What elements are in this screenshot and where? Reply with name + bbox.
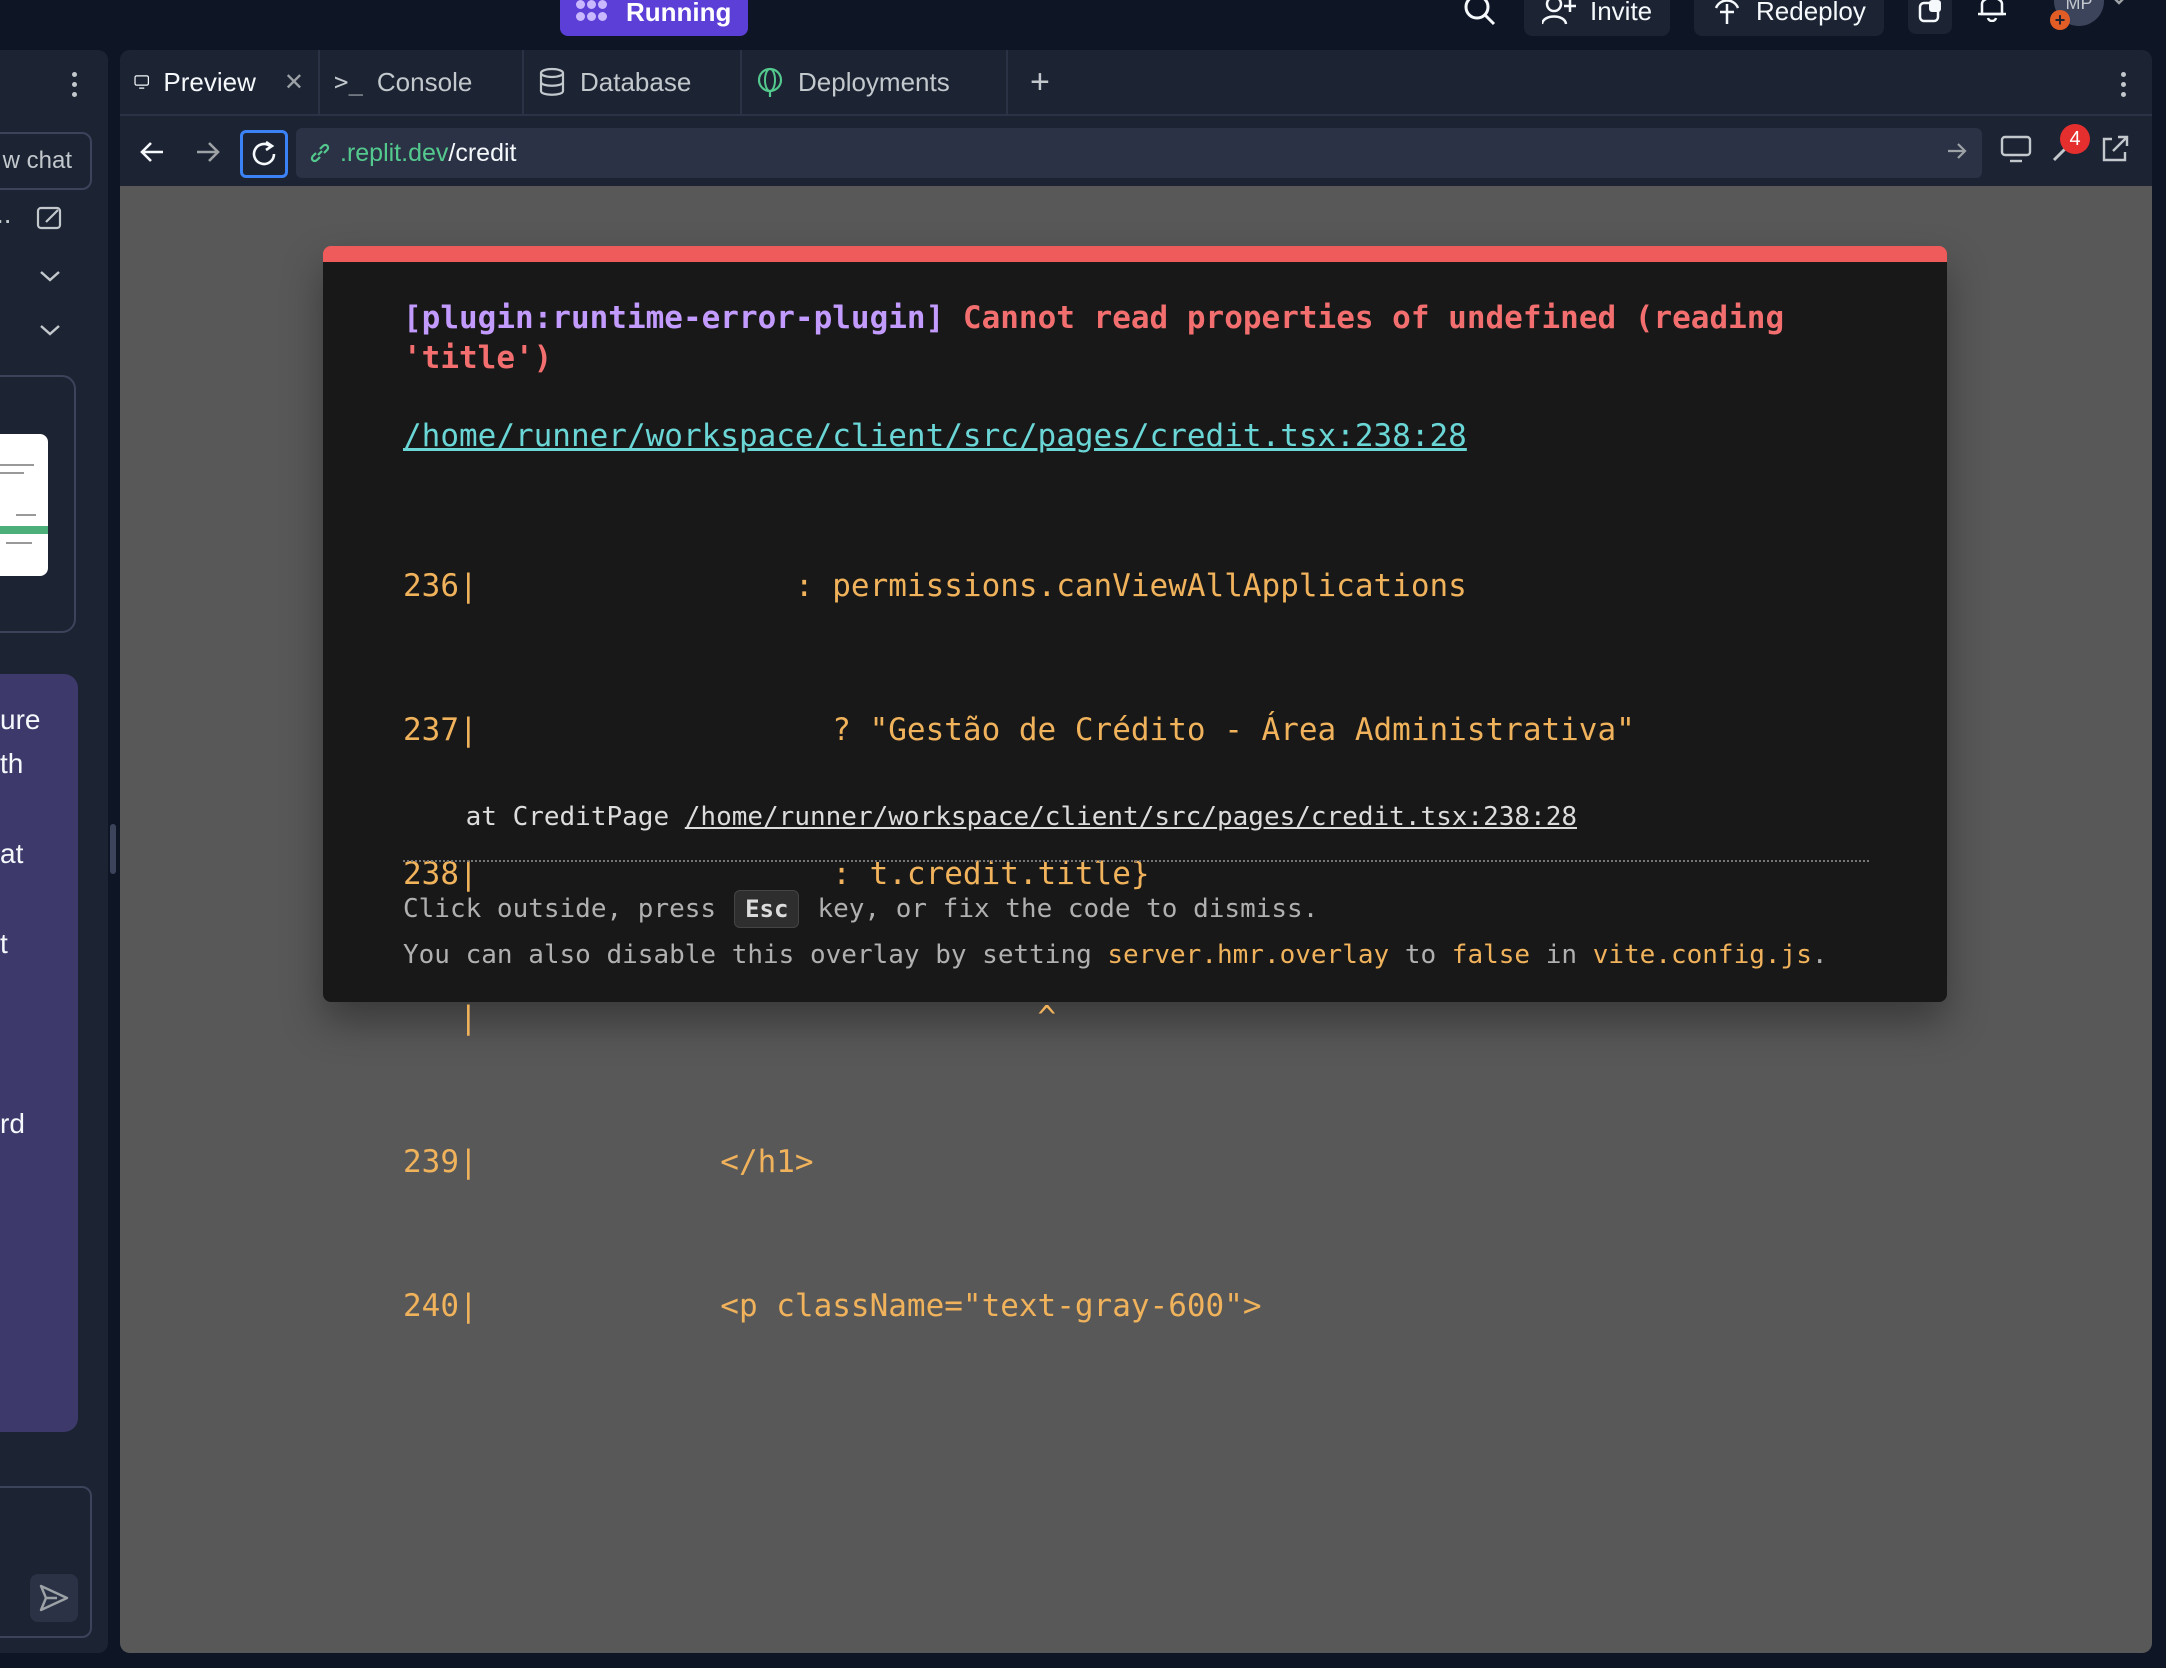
bell-icon[interactable] <box>1975 0 2009 22</box>
monitor-icon <box>134 75 149 89</box>
new-chat-button[interactable]: w chat <box>0 132 92 190</box>
new-chat-label: w chat <box>2 147 72 174</box>
truncated-chat-title: .. <box>0 198 12 229</box>
chat-text-fragment: ure <box>0 704 41 735</box>
chat-text-fragment: at <box>0 838 24 869</box>
chat-text-fragment: t <box>0 928 8 959</box>
add-tab-button[interactable]: + <box>1008 50 1072 114</box>
avatar-initials: MP <box>2065 0 2093 13</box>
run-button-label: Running <box>626 0 732 27</box>
screenshot-thumbnail[interactable] <box>0 434 48 576</box>
back-button[interactable] <box>134 134 170 170</box>
tab-deployments[interactable]: Deployments <box>742 50 1008 114</box>
tab-label: Database <box>580 66 692 97</box>
copy-icon <box>1918 0 1941 23</box>
multiplayer-button[interactable] <box>1908 0 1952 34</box>
deploy-icon <box>1714 0 1740 24</box>
search-icon[interactable] <box>1462 0 1498 28</box>
chevron-down-icon[interactable] <box>38 322 62 338</box>
chat-text-fragment: th <box>0 748 24 779</box>
redeploy-button[interactable]: Redeploy <box>1694 0 1884 36</box>
more-options-icon[interactable] <box>72 72 77 97</box>
code-line: 240| <p className="text-gray-600"> <box>403 1288 1262 1324</box>
tab-database[interactable]: Database <box>524 50 742 114</box>
browser-toolbar: .replit.dev/credit 4 <box>120 114 2152 186</box>
open-new-tab-icon[interactable] <box>2100 134 2130 164</box>
device-preview-icon[interactable] <box>2000 134 2032 164</box>
redeploy-button-label: Redeploy <box>1756 0 1866 26</box>
stack-prefix: at CreditPage <box>403 802 685 832</box>
workspace-pane: Preview ✕ >_ Console Database Deployment… <box>120 50 2152 1653</box>
tab-label: Console <box>376 66 473 97</box>
error-plugin: [plugin:runtime-error-plugin] <box>403 300 945 336</box>
preview-viewport[interactable]: [plugin:runtime-error-plugin] Cannot rea… <box>120 186 2152 1653</box>
open-external-icon[interactable] <box>36 204 64 232</box>
terminal-icon: >_ <box>334 68 363 96</box>
stack-file-link[interactable]: /home/runner/workspace/client/src/pages/… <box>685 802 1577 832</box>
ai-chat-panel: w chat .. ure th at t rd <box>0 50 108 1653</box>
database-icon <box>539 67 565 96</box>
tip-text: key, or fix the code to dismiss. <box>817 894 1319 924</box>
panel-resize-handle[interactable] <box>110 824 116 874</box>
url-path: /credit <box>448 138 517 167</box>
error-file-link[interactable]: /home/runner/workspace/client/src/pages/… <box>403 418 1467 454</box>
chevron-down-icon[interactable] <box>38 268 62 284</box>
overlay-config-tip: You can also disable this overlay by set… <box>403 940 1828 970</box>
invite-button-label: Invite <box>1590 0 1653 26</box>
tip-text: in <box>1530 940 1593 970</box>
arrow-left-icon <box>140 142 163 162</box>
divider <box>403 860 1869 862</box>
code-line: | ^ <box>403 1000 1057 1036</box>
invite-button[interactable]: Invite <box>1524 0 1671 36</box>
replit-logo-icon <box>576 0 608 24</box>
tab-console[interactable]: >_ Console <box>320 50 524 114</box>
globe-icon <box>757 67 783 97</box>
config-value: false <box>1451 940 1531 970</box>
go-arrow-icon[interactable] <box>1946 140 1968 162</box>
send-button[interactable] <box>30 1574 78 1622</box>
link-icon <box>310 143 330 163</box>
tab-preview[interactable]: Preview ✕ <box>120 50 320 114</box>
stack-trace: at CreditPage /home/runner/workspace/cli… <box>403 802 1577 832</box>
top-bar: Running Invite Redeploy MP + <box>0 0 2166 50</box>
reload-button[interactable] <box>240 130 288 178</box>
chat-message: ure th at t rd <box>0 674 78 1432</box>
dismiss-tip: Click outside, press Esc key, or fix the… <box>403 890 1318 928</box>
devtools-badge: 4 <box>2060 124 2090 154</box>
code-line: 236| : permissions.canViewAllApplication… <box>403 568 1467 604</box>
chat-text-fragment: rd <box>0 1108 25 1139</box>
forward-button[interactable] <box>190 134 226 170</box>
code-line: 237| ? "Gestão de Crédito - Área Adminis… <box>403 712 1635 748</box>
esc-key: Esc <box>734 890 800 928</box>
tip-text: You can also disable this overlay by set… <box>403 940 1108 970</box>
tab-bar: Preview ✕ >_ Console Database Deployment… <box>120 50 2152 114</box>
send-icon <box>39 1584 69 1612</box>
tab-label: Deployments <box>798 66 950 97</box>
add-user-icon <box>1542 0 1576 25</box>
avatar[interactable]: MP + <box>2050 0 2104 30</box>
tip-text: Click outside, press <box>403 894 717 924</box>
error-message: [plugin:runtime-error-plugin] Cannot rea… <box>403 298 1883 378</box>
config-option: server.hmr.overlay <box>1107 940 1390 970</box>
more-options-icon[interactable] <box>2121 72 2126 97</box>
run-button[interactable]: Running <box>560 0 748 36</box>
tip-text: . <box>1811 940 1828 970</box>
refresh-icon <box>252 140 276 166</box>
tip-text: to <box>1389 940 1452 970</box>
config-file: vite.config.js <box>1592 940 1812 970</box>
url-bar[interactable]: .replit.dev/credit <box>296 128 1982 178</box>
vite-error-overlay: [plugin:runtime-error-plugin] Cannot rea… <box>323 246 1947 1324</box>
plus-badge-icon: + <box>2050 10 2070 30</box>
chevron-down-icon[interactable] <box>2110 0 2128 6</box>
tab-label: Preview <box>163 66 256 97</box>
code-line: 239| </h1> <box>403 1144 814 1180</box>
arrow-right-icon <box>197 142 220 162</box>
close-icon[interactable]: ✕ <box>284 68 304 97</box>
url-host: .replit.dev <box>340 138 449 167</box>
